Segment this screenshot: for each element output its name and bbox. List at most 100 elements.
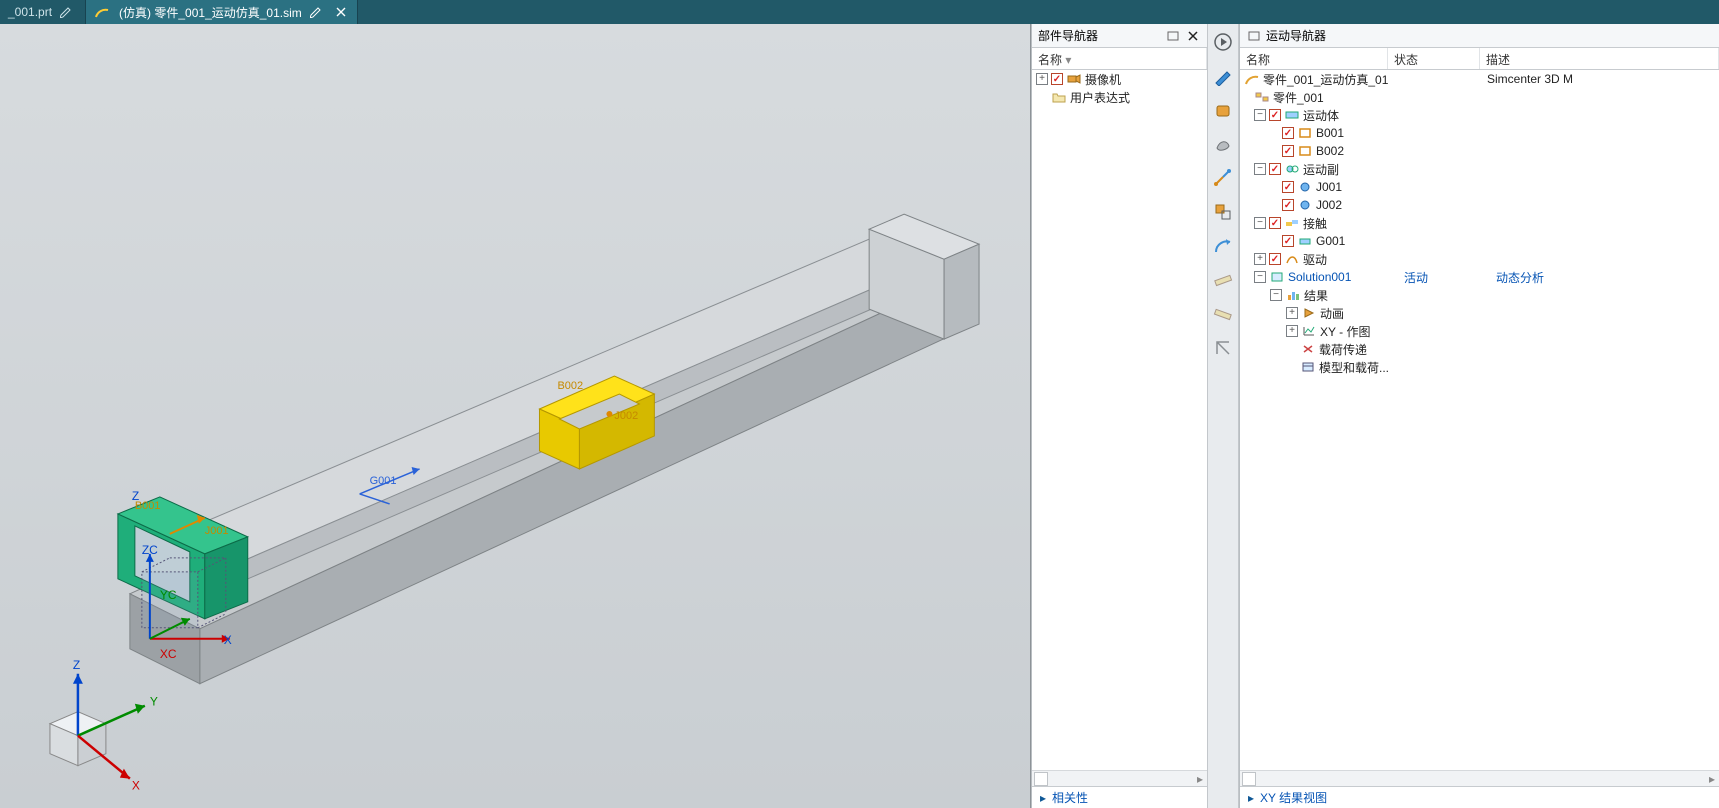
node-label: 运动副 (1303, 161, 1339, 178)
chevron-right-icon: ▸ (1248, 791, 1254, 805)
tree-node-results[interactable]: − 结果 (1240, 286, 1719, 304)
triad-z-label: Z (73, 658, 80, 672)
node-status: 活动 (1404, 269, 1496, 286)
checkbox[interactable]: ✓ (1282, 145, 1294, 157)
axis-xc-label: XC (160, 647, 177, 661)
column-name[interactable]: 名称 (1240, 48, 1388, 69)
joint-icon (1297, 198, 1313, 212)
tab-simulation-active[interactable]: (仿真) 零件_001_运动仿真_01.sim (86, 0, 358, 24)
node-label: B002 (1316, 144, 1344, 158)
checkbox[interactable]: ✓ (1051, 73, 1063, 85)
tree-node-model-loads[interactable]: 模型和载荷... (1240, 358, 1719, 376)
tree-node-sim-root[interactable]: 零件_001_运动仿真_01 Simcenter 3D M (1240, 70, 1719, 88)
expand-toggle[interactable]: − (1254, 217, 1266, 229)
view-triad[interactable]: Z Y X (50, 658, 158, 793)
measure-pair-icon[interactable] (1211, 166, 1235, 190)
hscroll-stub[interactable]: ▸ (1240, 770, 1719, 786)
ruler-icon[interactable] (1211, 268, 1235, 292)
tree-node-b001[interactable]: ✓ B001 (1240, 124, 1719, 142)
section-label: 相关性 (1052, 789, 1088, 806)
node-label: 模型和载荷... (1319, 359, 1389, 376)
section-label: XY 结果视图 (1260, 789, 1327, 806)
tree-node-drivers[interactable]: + ✓ 驱动 (1240, 250, 1719, 268)
main-layout: B001 J001 B002 J002 (0, 24, 1719, 808)
tree-node-motion-bodies[interactable]: − ✓ 运动体 (1240, 106, 1719, 124)
expand-toggle[interactable]: + (1036, 73, 1048, 85)
expand-toggle[interactable]: − (1254, 163, 1266, 175)
tree-node-part[interactable]: 零件_001 (1240, 88, 1719, 106)
tab-close-button[interactable] (333, 5, 349, 19)
tab-label: (仿真) 零件_001_运动仿真_01.sim (119, 4, 302, 21)
label-b002: B002 (557, 380, 583, 392)
column-desc[interactable]: 描述 (1480, 48, 1719, 69)
expand-toggle[interactable]: + (1286, 307, 1298, 319)
expand-toggle[interactable]: − (1270, 289, 1282, 301)
results-icon (1285, 288, 1301, 302)
solution-icon (1269, 270, 1285, 284)
tree-node-contacts[interactable]: − ✓ 接触 (1240, 214, 1719, 232)
document-tab-strip: _001.prt (仿真) 零件_001_运动仿真_01.sim (0, 0, 1719, 24)
node-label: G001 (1316, 234, 1345, 248)
section-xy-result-view[interactable]: ▸ XY 结果视图 (1240, 786, 1719, 808)
tree-node-solution[interactable]: − Solution001 活动 动态分析 (1240, 268, 1719, 286)
checkbox[interactable]: ✓ (1269, 217, 1281, 229)
panel-title: 运动导航器 (1266, 27, 1713, 44)
checkbox[interactable]: ✓ (1282, 199, 1294, 211)
triad-y-label: Y (150, 695, 158, 709)
tree-node-cameras[interactable]: + ✓ 摄像机 (1032, 70, 1207, 88)
sim-icon (1244, 72, 1260, 86)
checkbox[interactable]: ✓ (1269, 163, 1281, 175)
checkbox[interactable]: ✓ (1282, 127, 1294, 139)
tab-part[interactable]: _001.prt (0, 0, 86, 24)
ruler2-icon[interactable] (1211, 302, 1235, 326)
play-circle-icon[interactable] (1211, 30, 1235, 54)
axis-z-label: Z (132, 489, 139, 503)
checkbox[interactable]: ✓ (1282, 235, 1294, 247)
node-label: XY - 作图 (1320, 323, 1370, 340)
probe-icon[interactable] (1211, 64, 1235, 88)
folder-icon (1051, 90, 1067, 104)
sim-arc-icon (94, 5, 110, 19)
expand-toggle[interactable]: − (1254, 271, 1266, 283)
node-desc: 动态分析 (1496, 269, 1544, 286)
label-j001: J001 (205, 525, 229, 537)
tree-node-load-transfer[interactable]: 载荷传递 (1240, 340, 1719, 358)
scene-canvas: B001 J001 B002 J002 (0, 24, 1030, 808)
node-label: 载荷传递 (1319, 341, 1367, 358)
tree-node-j002[interactable]: ✓ J002 (1240, 196, 1719, 214)
tree-node-xyplot[interactable]: + XY - 作图 (1240, 322, 1719, 340)
motion-nav-tree[interactable]: 零件_001_运动仿真_01 Simcenter 3D M 零件_001 − ✓… (1240, 70, 1719, 770)
expand-toggle[interactable]: + (1254, 253, 1266, 265)
caliper-icon[interactable] (1211, 336, 1235, 360)
tree-node-animation[interactable]: + 动画 (1240, 304, 1719, 322)
checkbox[interactable]: ✓ (1269, 109, 1281, 121)
foot-icon[interactable] (1211, 132, 1235, 156)
graphics-viewport[interactable]: B001 J001 B002 J002 (0, 24, 1031, 808)
panel-pin-button[interactable] (1165, 29, 1181, 43)
tree-node-joints[interactable]: − ✓ 运动副 (1240, 160, 1719, 178)
joint-icon (1297, 180, 1313, 194)
body-icon[interactable] (1211, 98, 1235, 122)
column-status[interactable]: 状态 (1388, 48, 1480, 69)
tree-node-user-expressions[interactable]: 用户表达式 (1032, 88, 1207, 106)
motion-body-icon (1297, 144, 1313, 158)
box-link-icon[interactable] (1211, 200, 1235, 224)
section-related[interactable]: ▸ 相关性 (1032, 786, 1207, 808)
right-dock: 部件导航器 名称 ▾ + ✓ 摄像机 (1031, 24, 1719, 808)
curve-arrow-icon[interactable] (1211, 234, 1235, 258)
expand-toggle[interactable]: − (1254, 109, 1266, 121)
tree-node-b002[interactable]: ✓ B002 (1240, 142, 1719, 160)
panel-close-button[interactable] (1185, 29, 1201, 43)
model-load-icon (1300, 360, 1316, 374)
column-name[interactable]: 名称 ▾ (1032, 48, 1207, 69)
joint-marker-j002 (606, 411, 612, 417)
part-nav-tree[interactable]: + ✓ 摄像机 用户表达式 (1032, 70, 1207, 770)
tree-node-j001[interactable]: ✓ J001 (1240, 178, 1719, 196)
checkbox[interactable]: ✓ (1282, 181, 1294, 193)
checkbox[interactable]: ✓ (1269, 253, 1281, 265)
tree-node-g001[interactable]: ✓ G001 (1240, 232, 1719, 250)
node-label: 结果 (1304, 287, 1328, 304)
expand-toggle[interactable]: + (1286, 325, 1298, 337)
hscroll-stub[interactable]: ▸ (1032, 770, 1207, 786)
tab-modified-icon (308, 5, 324, 19)
